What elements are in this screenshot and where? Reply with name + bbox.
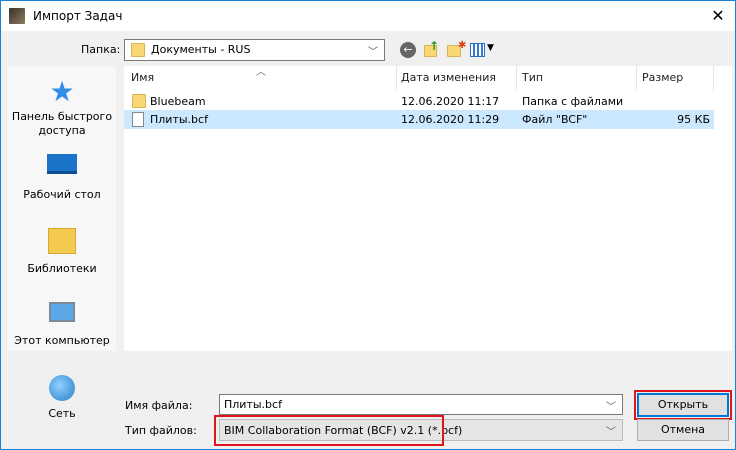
file-type: Папка с файлами	[522, 95, 624, 108]
sidebar-item-label: Библиотеки	[27, 262, 97, 275]
sidebar-item-label: Панель быстрого доступа	[11, 110, 113, 137]
folder-dropdown[interactable]: Документы - RUS ﹀	[124, 39, 385, 61]
highlight-box: Открыть	[634, 390, 732, 420]
file-date: 12.06.2020 11:17	[401, 95, 500, 108]
filename-label: Имя файла:	[125, 399, 193, 412]
sidebar-item-label: Рабочий стол	[23, 188, 101, 201]
sidebar-item-libraries[interactable]: Библиотеки	[8, 228, 116, 276]
file-name: Bluebeam	[150, 95, 206, 108]
filetype-label: Тип файлов:	[125, 424, 197, 437]
star-icon: ★	[49, 75, 75, 108]
sidebar-item-desktop[interactable]: Рабочий стол	[8, 154, 116, 202]
close-button[interactable]: ✕	[701, 3, 735, 29]
column-header-type[interactable]: Тип	[522, 71, 543, 84]
filename-value: Плиты.bcf	[224, 398, 282, 411]
sidebar-item-this-pc[interactable]: Этот компьютер	[8, 302, 116, 348]
import-dialog: Импорт Задач ✕ Папка: Документы - RUS ﹀ …	[0, 0, 736, 450]
sidebar-item-label: Этот компьютер	[14, 334, 110, 347]
chevron-down-icon: ﹀	[606, 402, 616, 413]
file-name: Плиты.bcf	[150, 113, 208, 126]
folder-value: Документы - RUS	[151, 43, 251, 56]
sidebar-item-quick-access[interactable]: ★ Панель быстрого доступа	[8, 78, 116, 138]
folder-icon	[131, 43, 145, 57]
file-date: 12.06.2020 11:29	[401, 113, 500, 126]
quick-access-sidebar: ★ Панель быстрого доступа Рабочий стол Б…	[8, 66, 116, 351]
sort-ascending-icon: ︿	[256, 67, 266, 78]
desktop-icon	[47, 154, 77, 174]
new-folder-icon[interactable]: ✱	[447, 40, 466, 58]
column-header-size[interactable]: Размер	[642, 71, 683, 84]
sidebar-item-network[interactable]: Сеть	[8, 375, 116, 421]
file-icon	[132, 112, 144, 127]
column-header-date[interactable]: Дата изменения	[401, 71, 496, 84]
title-bar: Импорт Задач ✕	[1, 1, 735, 31]
file-list: ︿ Имя Дата изменения Тип Размер Bluebeam…	[124, 66, 732, 351]
folder-label: Папка:	[81, 43, 121, 56]
libraries-icon	[48, 228, 76, 254]
filename-input[interactable]: Плиты.bcf ﹀	[219, 394, 623, 415]
up-folder-icon[interactable]: ↑	[424, 39, 440, 58]
sidebar-item-label: Сеть	[48, 407, 76, 420]
file-type: Файл "BCF"	[522, 113, 588, 126]
back-icon[interactable]: ←	[400, 42, 416, 58]
list-item[interactable]: Bluebeam 12.06.2020 11:17 Папка с файлам…	[124, 92, 714, 111]
chevron-down-icon: ﹀	[368, 47, 378, 58]
app-icon	[9, 8, 25, 24]
window-title: Импорт Задач	[33, 9, 123, 23]
filetype-value: BIM Collaboration Format (BCF) v2.1 (*.b…	[224, 424, 463, 437]
cancel-button[interactable]: Отмена	[637, 419, 729, 441]
column-header-name[interactable]: Имя	[131, 71, 154, 84]
chevron-down-icon: ﹀	[606, 427, 616, 438]
computer-icon	[49, 302, 75, 322]
folder-icon	[132, 94, 146, 108]
network-icon	[49, 375, 75, 401]
file-size: 95 КБ	[677, 113, 710, 126]
list-item[interactable]: Плиты.bcf 12.06.2020 11:29 Файл "BCF" 95…	[124, 110, 714, 129]
filetype-dropdown[interactable]: BIM Collaboration Format (BCF) v2.1 (*.b…	[219, 419, 623, 441]
view-menu-icon[interactable]: ▼	[470, 42, 496, 58]
open-button[interactable]: Открыть	[637, 393, 729, 417]
